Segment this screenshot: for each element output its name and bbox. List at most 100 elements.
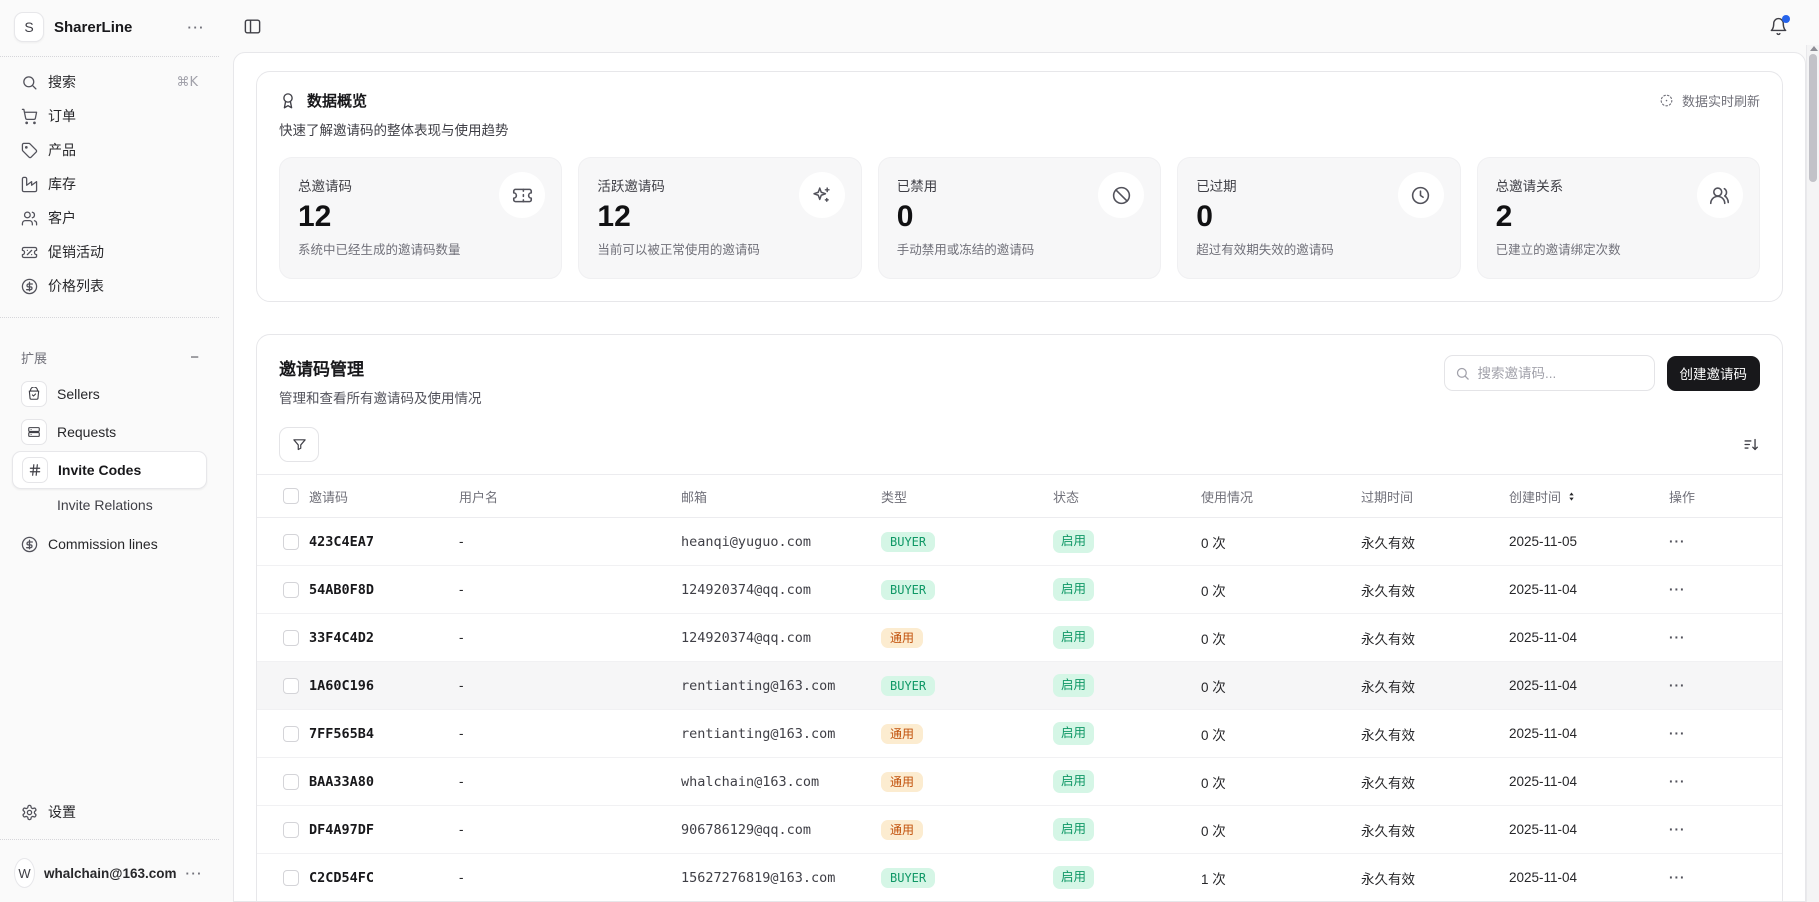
cart-icon: [21, 108, 38, 125]
created-date-cell: 2025-11-04: [1509, 678, 1669, 693]
created-date-cell: 2025-11-04: [1509, 774, 1669, 789]
column-header-expiry[interactable]: 过期时间: [1361, 487, 1413, 506]
table-row[interactable]: 423C4EA7 - heanqi@yuguo.com BUYER 启用 0 次…: [257, 518, 1782, 566]
invite-section-title: 邀请码管理: [279, 355, 482, 380]
status-badge: 启用: [1053, 866, 1094, 889]
row-checkbox[interactable]: [283, 534, 299, 550]
sidebar-item-products[interactable]: 产品: [12, 133, 207, 167]
stat-card-disabled: 已禁用 0 手动禁用或冻结的邀请码: [878, 157, 1161, 279]
row-actions-button[interactable]: ···: [1669, 678, 1782, 693]
user-account-row[interactable]: W whalchain@163.com ···: [0, 848, 219, 892]
row-actions-button[interactable]: ···: [1669, 870, 1782, 885]
table-row[interactable]: 1A60C196 - rentianting@163.com BUYER 启用 …: [257, 662, 1782, 710]
create-invite-code-button[interactable]: 创建邀请码: [1667, 356, 1761, 391]
search-shortcut: ⌘K: [176, 75, 198, 90]
invite-code-cell: 54AB0F8D: [309, 582, 459, 598]
invite-code-cell: 7FF565B4: [309, 726, 459, 742]
invite-code-cell: 33F4C4D2: [309, 630, 459, 646]
refresh-status: 数据实时刷新: [1659, 91, 1760, 110]
expiry-cell: 永久有效: [1361, 676, 1509, 696]
created-date-cell: 2025-11-04: [1509, 582, 1669, 597]
invite-code-cell: 423C4EA7: [309, 534, 459, 550]
row-actions-button[interactable]: ···: [1669, 630, 1782, 645]
column-header-status[interactable]: 状态: [1053, 487, 1079, 506]
table-header-row: 邀请码 用户名 邮箱 类型 状态 使用情况 过期时间 创建时间 操作: [257, 474, 1782, 518]
avatar: W: [14, 858, 35, 888]
type-badge: BUYER: [881, 532, 935, 552]
sidebar-item-invite-relations[interactable]: Invite Relations: [12, 489, 207, 521]
select-all-checkbox[interactable]: [283, 488, 299, 504]
collapse-section-button[interactable]: −: [190, 350, 199, 365]
sidebar-item-customers[interactable]: 客户: [12, 201, 207, 235]
column-header-type[interactable]: 类型: [881, 487, 907, 506]
row-actions-button[interactable]: ···: [1669, 822, 1782, 837]
main-area: 数据概览 数据实时刷新 快速了解邀请码的整体表现与使用趋势 总邀请码 12 系统…: [219, 0, 1819, 902]
table-row[interactable]: 33F4C4D2 - 124920374@qq.com 通用 启用 0 次 永久…: [257, 614, 1782, 662]
row-checkbox[interactable]: [283, 726, 299, 742]
scrollbar-thumb[interactable]: [1809, 54, 1817, 182]
sidebar-item-search[interactable]: 搜索 ⌘K: [12, 65, 207, 99]
sidebar-item-pricelists[interactable]: 价格列表: [12, 269, 207, 303]
app-root: S SharerLine ··· 搜索 ⌘K 订单 产品 库存: [0, 0, 1819, 902]
usage-cell: 0 次: [1201, 820, 1361, 840]
email-cell: rentianting@163.com: [681, 678, 881, 694]
sort-order-button[interactable]: [1743, 436, 1760, 453]
usage-cell: 0 次: [1201, 676, 1361, 696]
column-header-created[interactable]: 创建时间: [1509, 487, 1561, 506]
created-date-cell: 2025-11-05: [1509, 534, 1669, 549]
stat-desc: 已建立的邀请绑定次数: [1496, 239, 1741, 258]
sidebar-item-requests[interactable]: Requests: [12, 413, 207, 451]
column-header-email[interactable]: 邮箱: [681, 487, 707, 506]
sidebar-item-label: 设置: [48, 802, 198, 822]
loader-icon: [1659, 93, 1674, 108]
row-checkbox[interactable]: [283, 870, 299, 886]
status-badge: 启用: [1053, 578, 1094, 601]
sidebar-item-invite-codes[interactable]: Invite Codes: [12, 451, 207, 489]
sidebar-item-commission-lines[interactable]: Commission lines: [12, 527, 207, 561]
column-header-username[interactable]: 用户名: [459, 487, 498, 506]
table-row[interactable]: 7FF565B4 - rentianting@163.com 通用 启用 0 次…: [257, 710, 1782, 758]
users-icon: [21, 210, 38, 227]
row-checkbox[interactable]: [283, 678, 299, 694]
column-header-code[interactable]: 邀请码: [309, 487, 348, 506]
sidebar-item-sellers[interactable]: Sellers: [12, 375, 207, 413]
sidebar-toggle-button[interactable]: [243, 17, 262, 36]
divider: [0, 317, 219, 318]
search-icon: [1455, 366, 1470, 381]
overview-subtitle: 快速了解邀请码的整体表现与使用趋势: [279, 119, 1760, 139]
row-checkbox[interactable]: [283, 774, 299, 790]
notifications-button[interactable]: [1769, 17, 1788, 36]
row-actions-button[interactable]: ···: [1669, 774, 1782, 789]
table-row[interactable]: DF4A97DF - 906786129@qq.com 通用 启用 0 次 永久…: [257, 806, 1782, 854]
invite-search-input[interactable]: [1478, 366, 1644, 381]
row-actions-button[interactable]: ···: [1669, 534, 1782, 549]
table-row[interactable]: C2CD54FC - 15627276819@163.com BUYER 启用 …: [257, 854, 1782, 902]
ban-icon: [1098, 172, 1144, 218]
sparkles-icon: [799, 172, 845, 218]
vertical-scrollbar[interactable]: [1806, 45, 1819, 902]
row-actions-button[interactable]: ···: [1669, 726, 1782, 741]
column-header-usage[interactable]: 使用情况: [1201, 487, 1253, 506]
table-row[interactable]: BAA33A80 - whalchain@163.com 通用 启用 0 次 永…: [257, 758, 1782, 806]
row-actions-button[interactable]: ···: [1669, 582, 1782, 597]
brand-menu-button[interactable]: ···: [188, 20, 206, 35]
usage-cell: 1 次: [1201, 868, 1361, 888]
created-date-cell: 2025-11-04: [1509, 630, 1669, 645]
chevrons-up-down-icon[interactable]: [1565, 490, 1578, 503]
row-checkbox[interactable]: [283, 630, 299, 646]
row-checkbox[interactable]: [283, 822, 299, 838]
sidebar-item-inventory[interactable]: 库存: [12, 167, 207, 201]
sidebar-item-orders[interactable]: 订单: [12, 99, 207, 133]
stat-desc: 超过有效期失效的邀请码: [1196, 239, 1441, 258]
row-checkbox[interactable]: [283, 582, 299, 598]
sidebar-item-settings[interactable]: 设置: [12, 795, 207, 829]
sidebar-item-promotions[interactable]: 促销活动: [12, 235, 207, 269]
user-menu-button[interactable]: ···: [186, 866, 204, 881]
username-cell: -: [459, 630, 681, 645]
column-header-actions: 操作: [1669, 487, 1695, 506]
tag-icon: [21, 142, 38, 159]
filter-button[interactable]: [279, 427, 319, 462]
expiry-cell: 永久有效: [1361, 580, 1509, 600]
table-row[interactable]: 54AB0F8D - 124920374@qq.com BUYER 启用 0 次…: [257, 566, 1782, 614]
scrollbar-up-arrow[interactable]: [1810, 46, 1818, 51]
